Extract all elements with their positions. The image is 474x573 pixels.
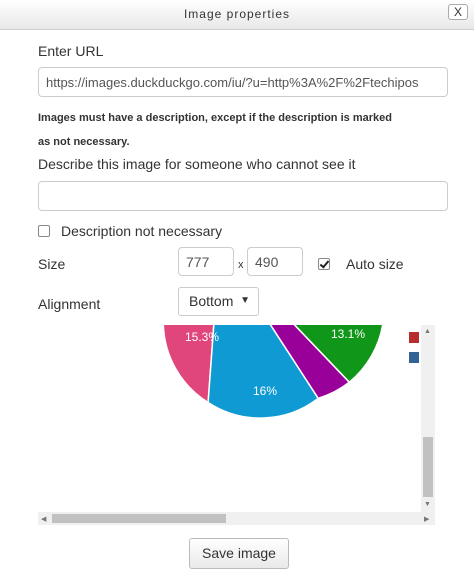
close-button[interactable]: X <box>448 4 468 20</box>
pie-label-15-3: 15.3% <box>185 330 219 344</box>
description-input[interactable] <box>38 181 448 211</box>
pie-chart-image: 15.3% 16% 13.1% <box>162 325 384 419</box>
save-image-button[interactable]: Save image <box>189 538 289 569</box>
dialog-title: Image properties <box>183 7 291 21</box>
pie-label-16: 16% <box>253 384 277 398</box>
horizontal-scroll-thumb[interactable] <box>52 514 226 523</box>
legend-swatch-red <box>409 332 419 343</box>
scroll-left-icon[interactable]: ◀ <box>41 515 46 523</box>
size-separator: x <box>238 259 244 271</box>
dialog-titlebar: Image properties X <box>0 0 474 30</box>
size-label: Size <box>38 256 66 272</box>
pie-label-13-1: 13.1% <box>331 327 365 341</box>
auto-size-checkbox[interactable] <box>318 258 330 270</box>
scroll-down-icon[interactable]: ▼ <box>424 501 431 508</box>
url-label: Enter URL <box>38 43 104 59</box>
description-notice-line2: as not necessary. <box>38 136 130 148</box>
preview-horizontal-scrollbar[interactable]: ◀ ▶ <box>38 512 435 525</box>
description-notice-line1: Images must have a description, except i… <box>38 112 392 124</box>
scroll-right-icon[interactable]: ▶ <box>424 515 429 523</box>
size-width-input[interactable] <box>178 247 234 276</box>
alignment-select[interactable]: Bottom ▼ <box>178 287 259 316</box>
image-properties-dialog: Image properties X Enter URL Images must… <box>0 0 474 573</box>
scroll-up-icon[interactable]: ▲ <box>424 328 431 335</box>
size-height-input[interactable] <box>247 247 303 276</box>
preview-vertical-scrollbar[interactable]: ▲ ▼ <box>421 325 435 513</box>
description-not-necessary-checkbox[interactable] <box>38 225 50 237</box>
vertical-scroll-thumb[interactable] <box>423 437 433 497</box>
url-input[interactable] <box>38 67 448 97</box>
description-label: Describe this image for someone who cann… <box>38 156 356 172</box>
description-not-necessary-label: Description not necessary <box>61 223 223 239</box>
auto-size-label: Auto size <box>346 256 404 272</box>
image-preview: 15.3% 16% 13.1% <box>38 325 435 524</box>
chevron-down-icon: ▼ <box>240 295 250 306</box>
legend-swatch-blue <box>409 352 419 363</box>
alignment-selected-value: Bottom <box>189 293 234 309</box>
alignment-label: Alignment <box>38 296 101 312</box>
